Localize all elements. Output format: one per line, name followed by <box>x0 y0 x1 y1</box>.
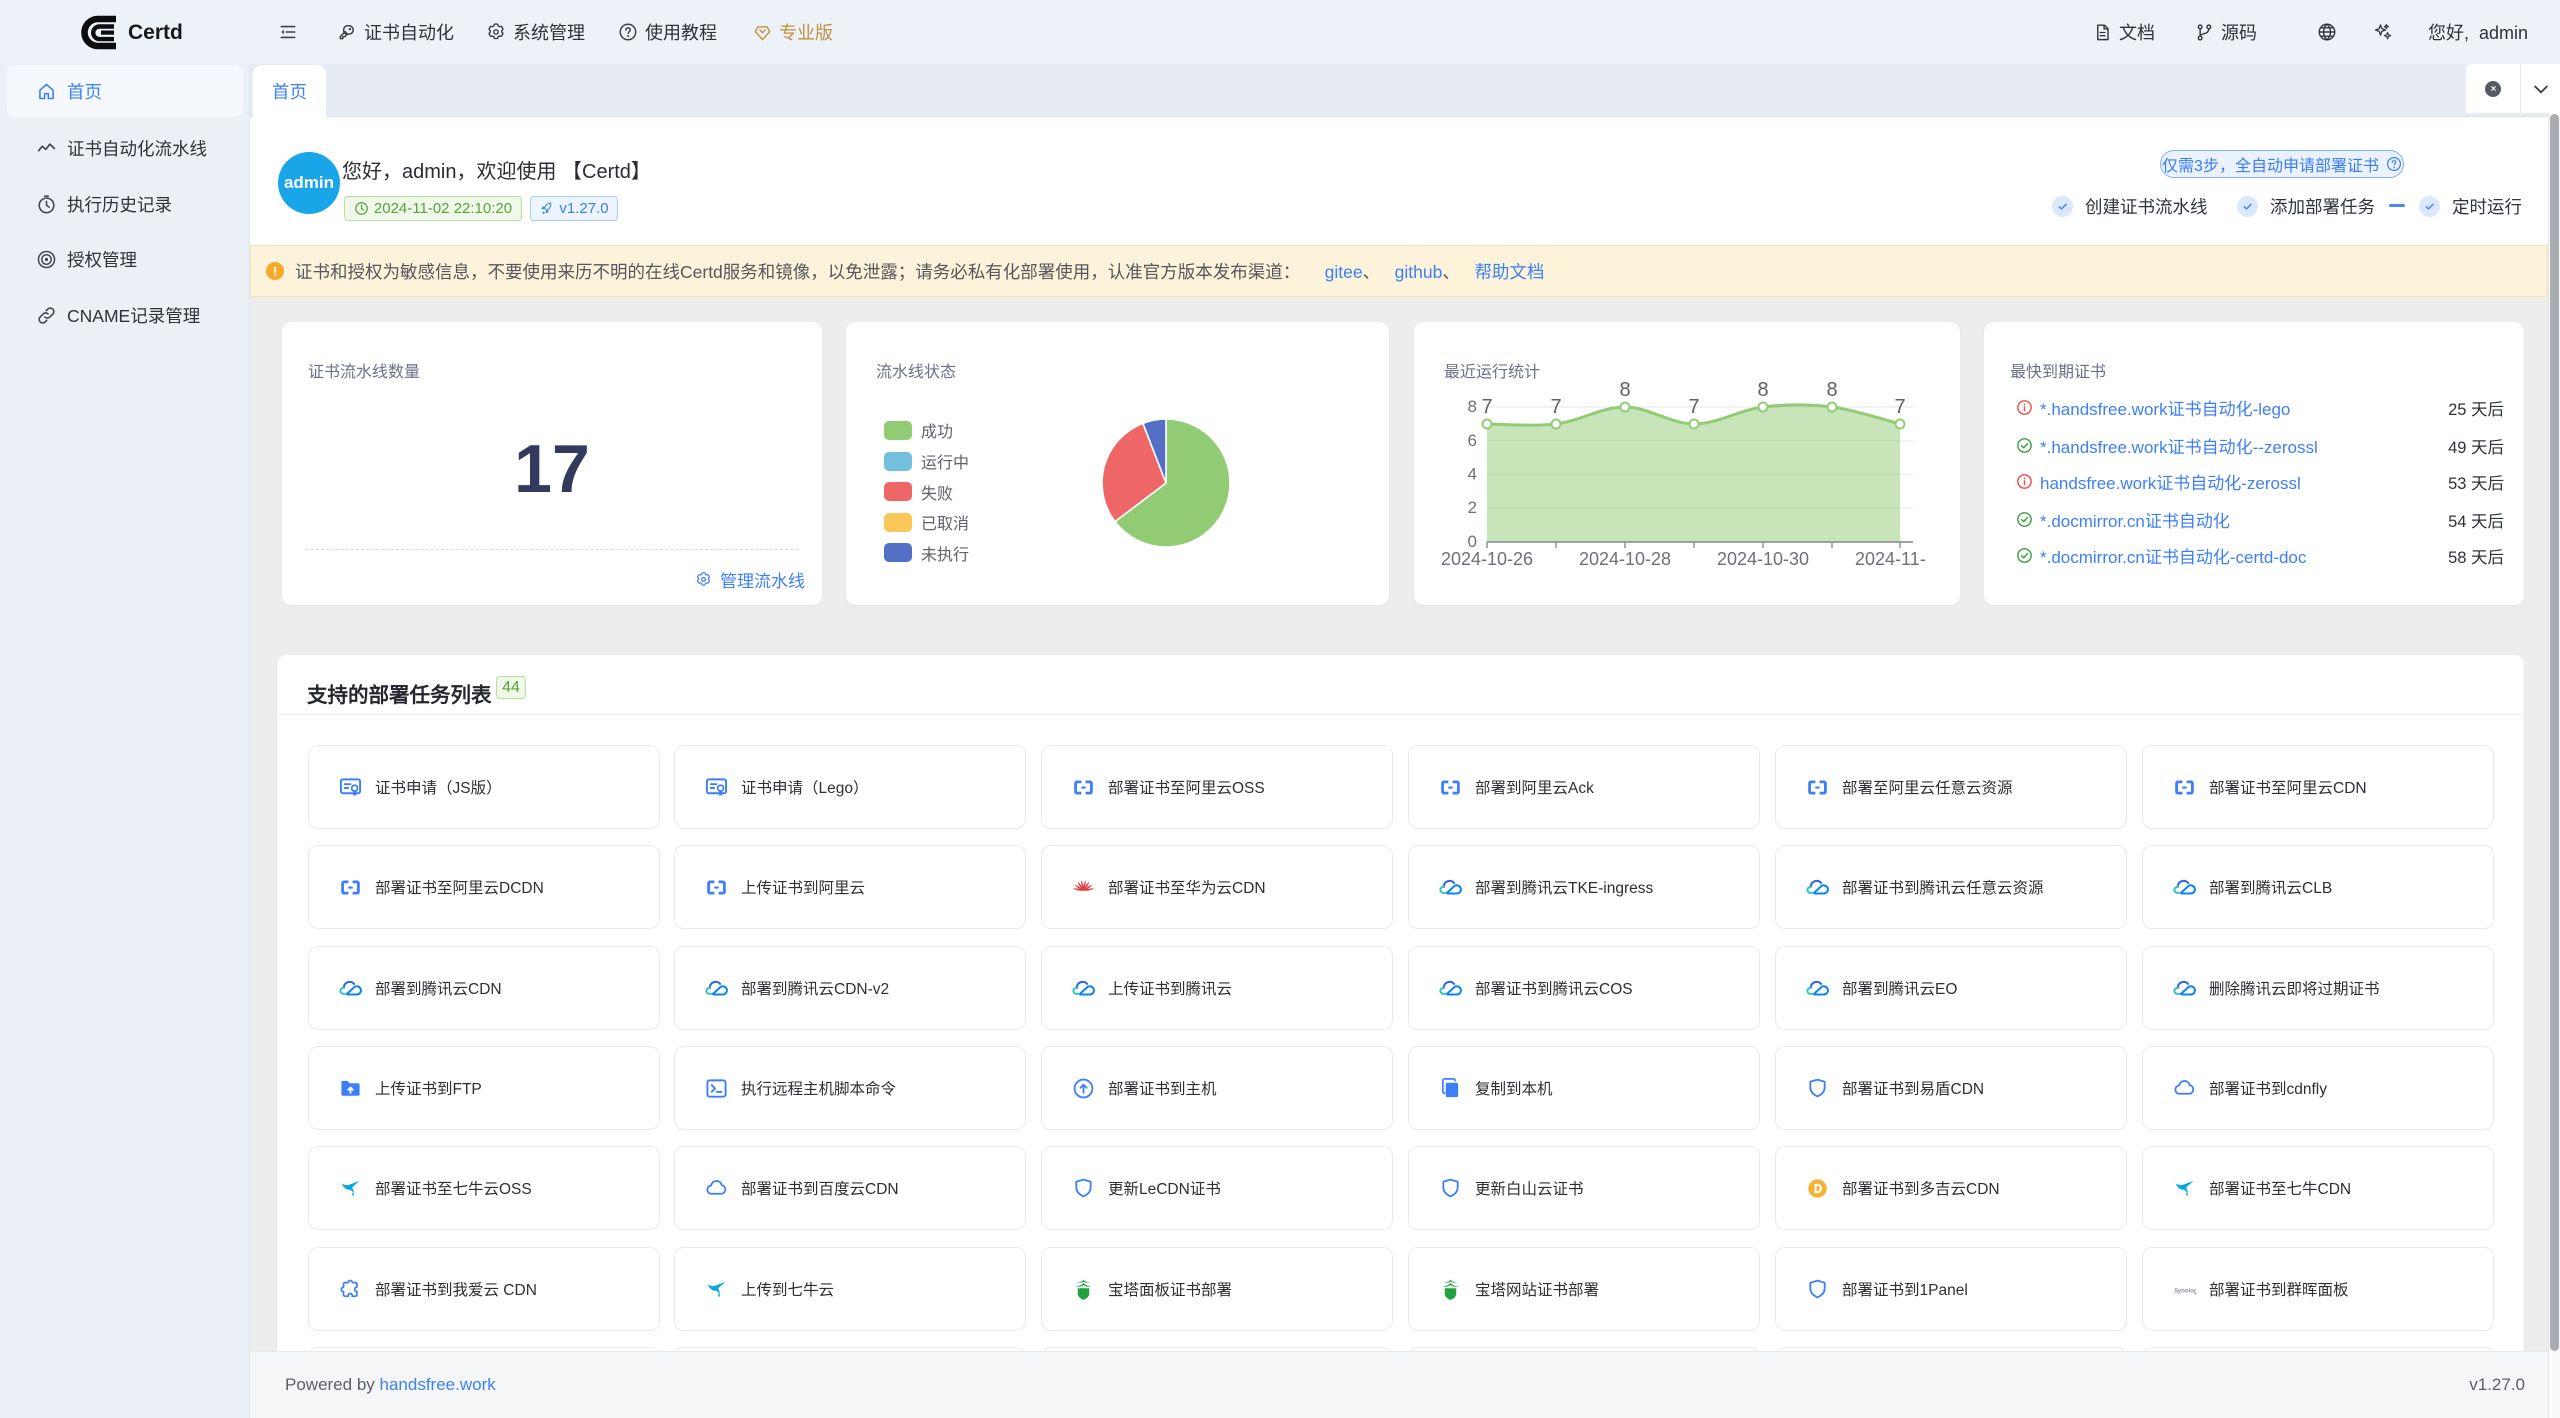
svg-text:8: 8 <box>1826 379 1837 401</box>
svg-text:2: 2 <box>1468 498 1477 517</box>
svg-text:6: 6 <box>1468 431 1477 450</box>
svg-text:7: 7 <box>1550 396 1561 418</box>
svg-text:2024-10-26: 2024-10-26 <box>1441 549 1533 569</box>
svg-text:2024-11-: 2024-11- <box>1855 549 1926 569</box>
svg-text:7: 7 <box>1481 396 1492 418</box>
svg-text:8: 8 <box>1468 397 1477 416</box>
svg-text:2024-10-30: 2024-10-30 <box>1717 549 1809 569</box>
svg-text:8: 8 <box>1757 379 1768 401</box>
svg-text:Synology: Synology <box>2174 1288 2196 1294</box>
svg-text:7: 7 <box>1688 396 1699 418</box>
svg-text:8: 8 <box>1619 379 1630 401</box>
svg-text:2024-10-28: 2024-10-28 <box>1579 549 1671 569</box>
svg-text:4: 4 <box>1468 465 1477 484</box>
svg-text:7: 7 <box>1894 396 1905 418</box>
